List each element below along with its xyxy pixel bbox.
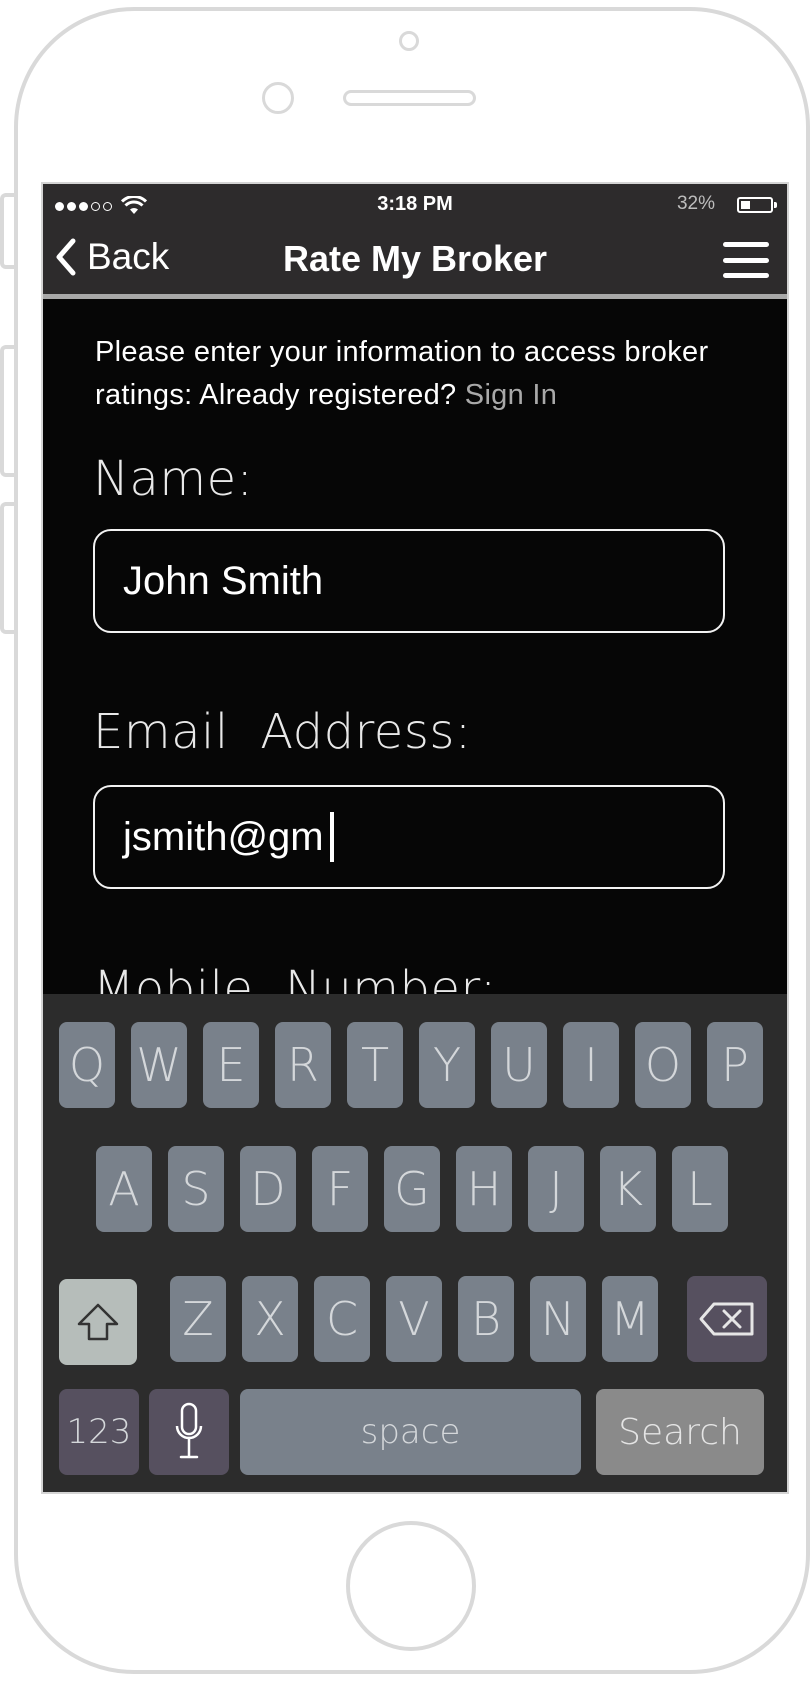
email-field[interactable]: jsmith@gm — [93, 785, 725, 889]
key-g[interactable]: G — [384, 1146, 440, 1232]
phone-volume-down-button — [0, 502, 14, 634]
key-r[interactable]: R — [275, 1022, 331, 1108]
name-value: John Smith — [123, 558, 324, 603]
key-x[interactable]: X — [242, 1276, 298, 1362]
sign-in-link[interactable]: Sign In — [465, 379, 557, 411]
key-n[interactable]: N — [530, 1276, 586, 1362]
status-bar: 3:18 PM 32% — [43, 184, 787, 224]
page-title: Rate My Broker — [282, 238, 548, 279]
email-value: jsmith@gm — [123, 814, 324, 859]
key-m[interactable]: M — [602, 1276, 658, 1362]
search-key[interactable]: Search — [596, 1389, 764, 1475]
key-v[interactable]: V — [386, 1276, 442, 1362]
key-d[interactable]: D — [240, 1146, 296, 1232]
key-a[interactable]: A — [96, 1146, 152, 1232]
key-t[interactable]: T — [347, 1022, 403, 1108]
intro-message: Please enter your information to access … — [95, 336, 709, 411]
key-k[interactable]: K — [600, 1146, 656, 1232]
proximity-sensor — [262, 82, 294, 114]
key-h[interactable]: H — [456, 1146, 512, 1232]
key-w[interactable]: W — [131, 1022, 187, 1108]
shift-arrow-icon — [77, 1303, 119, 1341]
key-o[interactable]: O — [635, 1022, 691, 1108]
shift-key[interactable] — [59, 1279, 137, 1365]
key-i[interactable]: I — [563, 1022, 619, 1108]
front-camera — [399, 31, 419, 51]
phone-mute-switch — [0, 193, 14, 269]
name-field[interactable]: John Smith — [93, 529, 725, 633]
phone-volume-up-button — [0, 345, 14, 477]
microphone-key[interactable] — [149, 1389, 229, 1475]
key-l[interactable]: L — [672, 1146, 728, 1232]
microphone-icon — [175, 1402, 203, 1459]
status-time: 3:18 PM — [377, 193, 453, 215]
onscreen-keyboard: 123 space Search QWERTYUIOP ASDFGHJKL ZXCV… — [43, 994, 787, 1492]
delete-key[interactable] — [687, 1276, 767, 1362]
key-f[interactable]: F — [312, 1146, 368, 1232]
numbers-key[interactable]: 123 — [59, 1389, 139, 1475]
key-p[interactable]: P — [707, 1022, 763, 1108]
battery-icon — [737, 197, 777, 213]
delete-backspace-icon — [699, 1302, 754, 1336]
space-key[interactable]: space — [240, 1389, 581, 1475]
text-cursor — [329, 812, 334, 862]
navigation-bar: Back Rate My Broker — [43, 224, 787, 299]
key-b[interactable]: B — [458, 1276, 514, 1362]
key-s[interactable]: S — [168, 1146, 224, 1232]
home-button[interactable] — [346, 1521, 476, 1651]
intro-text: Please enter your information to access … — [95, 331, 755, 417]
key-y[interactable]: Y — [419, 1022, 475, 1108]
key-z[interactable]: Z — [170, 1276, 226, 1362]
hamburger-menu-icon[interactable] — [723, 242, 769, 278]
name-label: Name: — [93, 451, 254, 507]
key-e[interactable]: E — [203, 1022, 259, 1108]
email-label: Email Address: — [93, 704, 472, 760]
battery-percent: 32% — [676, 193, 715, 214]
key-c[interactable]: C — [314, 1276, 370, 1362]
earpiece-speaker — [343, 90, 476, 106]
key-j[interactable]: J — [528, 1146, 584, 1232]
key-u[interactable]: U — [491, 1022, 547, 1108]
app-screen: 3:18 PM 32% Back Rate My Broker Please e… — [41, 182, 789, 1494]
key-q[interactable]: Q — [59, 1022, 115, 1108]
